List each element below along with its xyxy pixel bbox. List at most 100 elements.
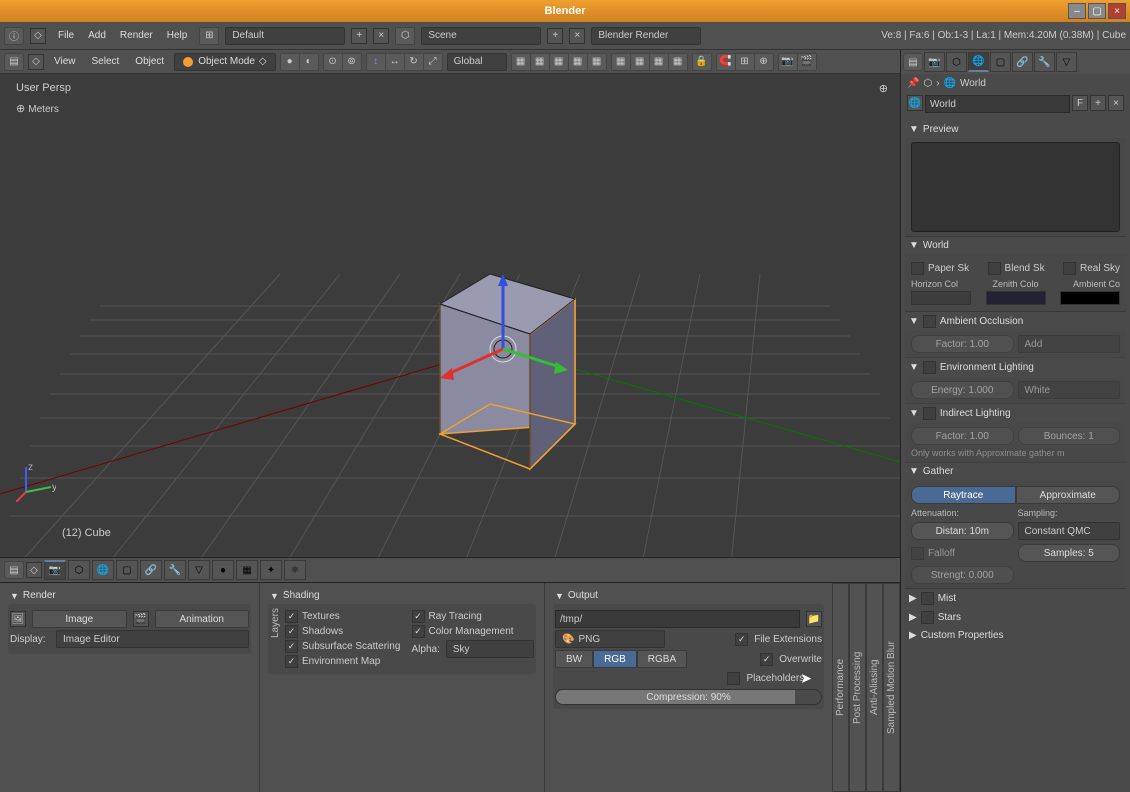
tab-world[interactable]: 🌐 <box>92 560 114 580</box>
orientation-dropdown[interactable]: Global <box>447 53 507 71</box>
ao-factor-field[interactable]: Factor: 1.00 <box>911 335 1014 353</box>
preview-header[interactable]: ▼Preview <box>905 121 1126 138</box>
maximize-button[interactable]: ▢ <box>1088 3 1106 19</box>
scene-add-button[interactable]: + <box>547 28 563 44</box>
overwrite-checkbox[interactable] <box>760 653 773 666</box>
papersky-checkbox[interactable] <box>911 262 924 275</box>
tab-render[interactable]: 📷 <box>44 560 66 580</box>
tab-data[interactable]: ▽ <box>188 560 210 580</box>
manipulator-icon[interactable]: ↕ <box>366 53 386 71</box>
output-panel-header[interactable]: Output <box>553 587 824 604</box>
placeholders-checkbox[interactable] <box>727 672 740 685</box>
render-preview-icon[interactable]: 📷 <box>778 53 798 71</box>
rgba-button[interactable]: RGBA <box>637 650 687 668</box>
rtab-render[interactable]: 📷 <box>924 52 945 72</box>
sss-checkbox[interactable] <box>285 640 298 653</box>
expand-icon[interactable]: ◇ <box>30 28 46 44</box>
menu-file[interactable]: File <box>52 26 80 45</box>
tab-constraints[interactable]: 🔗 <box>140 560 162 580</box>
layout-remove-button[interactable]: × <box>373 28 389 44</box>
minimize-button[interactable]: – <box>1068 3 1086 19</box>
distance-field[interactable]: Distan: 10m <box>911 522 1014 540</box>
fileext-checkbox[interactable] <box>735 633 748 646</box>
rtab-scene[interactable]: ⬡ <box>946 52 967 72</box>
view-menu[interactable]: View <box>48 52 82 71</box>
ao-checkbox[interactable] <box>923 315 936 328</box>
render-engine-dropdown[interactable]: Blender Render <box>591 27 701 45</box>
lock-icon[interactable]: 🔒 <box>692 53 712 71</box>
close-button[interactable]: × <box>1108 3 1126 19</box>
world-add-button[interactable]: + <box>1090 95 1106 111</box>
pin-icon[interactable]: ◇ <box>26 562 42 578</box>
editor-type-icon[interactable]: ▤ <box>4 53 24 71</box>
ao-mode-dropdown[interactable]: Add <box>1018 335 1121 353</box>
stars-checkbox[interactable] <box>921 611 934 624</box>
translate-icon[interactable]: ↔ <box>385 53 405 71</box>
render-anim-icon[interactable]: 🎬 <box>797 53 817 71</box>
vtab-performance[interactable]: Performance <box>832 583 849 792</box>
envmap-checkbox[interactable] <box>285 655 298 668</box>
tab-modifiers[interactable]: 🔧 <box>164 560 186 580</box>
world-remove-button[interactable]: × <box>1108 95 1124 111</box>
fake-user-button[interactable]: F <box>1072 95 1088 111</box>
snap-mode-icon[interactable]: ⊞ <box>735 53 755 71</box>
browse-folder-icon[interactable]: 📁 <box>806 611 822 627</box>
scene-dropdown[interactable]: Scene <box>421 27 541 45</box>
stars-header[interactable]: ▶Stars <box>905 608 1126 627</box>
qmc-dropdown[interactable]: Constant QMC <box>1018 522 1121 540</box>
vtab-postprocessing[interactable]: Post Processing <box>849 583 866 792</box>
custom-props-header[interactable]: ▶Custom Properties <box>905 627 1126 644</box>
shading-solid-icon[interactable]: ● <box>280 53 300 71</box>
world-header[interactable]: ▼World <box>905 237 1126 254</box>
colormgmt-checkbox[interactable] <box>412 625 425 638</box>
envlight-header[interactable]: ▼Environment Lighting <box>905 358 1126 377</box>
rtab-data[interactable]: ▽ <box>1056 52 1077 72</box>
menu-add[interactable]: Add <box>82 26 112 45</box>
pivot-icon[interactable]: ⊙ <box>323 53 343 71</box>
tab-texture[interactable]: ▦ <box>236 560 258 580</box>
layout-dropdown[interactable]: Default <box>225 27 345 45</box>
layout-add-button[interactable]: + <box>351 28 367 44</box>
3d-viewport[interactable]: User Persp ⊕ Meters ⊕ (12) Cube <box>0 74 900 557</box>
display-dropdown[interactable]: Image Editor <box>56 630 249 648</box>
strength-field[interactable]: Strengt: 0.000 <box>911 566 1014 584</box>
falloff-checkbox[interactable] <box>911 547 924 560</box>
mode-dropdown[interactable]: Object Mode ◇ <box>174 53 275 71</box>
info-editor-icon[interactable]: ⓘ <box>4 27 24 45</box>
scale-icon[interactable]: ⤢ <box>423 53 443 71</box>
render-panel-header[interactable]: Render <box>8 587 251 604</box>
indirect-checkbox[interactable] <box>923 407 936 420</box>
world-browse-icon[interactable]: 🌐 <box>907 95 923 111</box>
rtab-object[interactable]: ▢ <box>990 52 1011 72</box>
scene-remove-button[interactable]: × <box>569 28 585 44</box>
bw-button[interactable]: BW <box>555 650 593 668</box>
rtab-constraints[interactable]: 🔗 <box>1012 52 1033 72</box>
rtab-world[interactable]: 🌐 <box>968 52 989 72</box>
raytrace-button[interactable]: Raytrace <box>911 486 1016 504</box>
blendsky-checkbox[interactable] <box>988 262 1001 275</box>
scene-icon[interactable]: ⬡ <box>395 27 415 45</box>
env-color-dropdown[interactable]: White <box>1018 381 1121 399</box>
alpha-dropdown[interactable]: Sky <box>446 640 534 658</box>
pivot-toggle-icon[interactable]: ⊚ <box>342 53 362 71</box>
rotate-icon[interactable]: ↻ <box>404 53 424 71</box>
render-animation-button[interactable]: Animation <box>155 610 250 628</box>
world-name-input[interactable] <box>925 95 1070 113</box>
envlight-checkbox[interactable] <box>923 361 936 374</box>
output-path-input[interactable] <box>555 610 800 628</box>
indirect-header[interactable]: ▼Indirect Lighting <box>905 404 1126 423</box>
shading-wire-icon[interactable]: ◐ <box>299 53 319 71</box>
zenith-color[interactable] <box>986 291 1046 305</box>
object-menu[interactable]: Object <box>129 52 170 71</box>
select-menu[interactable]: Select <box>86 52 126 71</box>
mist-header[interactable]: ▶Mist <box>905 589 1126 608</box>
samples-field[interactable]: Samples: 5 <box>1018 544 1121 562</box>
vtab-motionblur[interactable]: Sampled Motion Blur <box>883 583 900 792</box>
indirect-factor-field[interactable]: Factor: 1.00 <box>911 427 1014 445</box>
ao-header[interactable]: ▼Ambient Occlusion <box>905 312 1126 331</box>
snap-target-icon[interactable]: ⊕ <box>754 53 774 71</box>
gather-header[interactable]: ▼Gather <box>905 463 1126 480</box>
approximate-button[interactable]: Approximate <box>1016 486 1121 504</box>
pin-icon[interactable]: 📌 <box>907 78 919 89</box>
tab-particles[interactable]: ✦ <box>260 560 282 580</box>
